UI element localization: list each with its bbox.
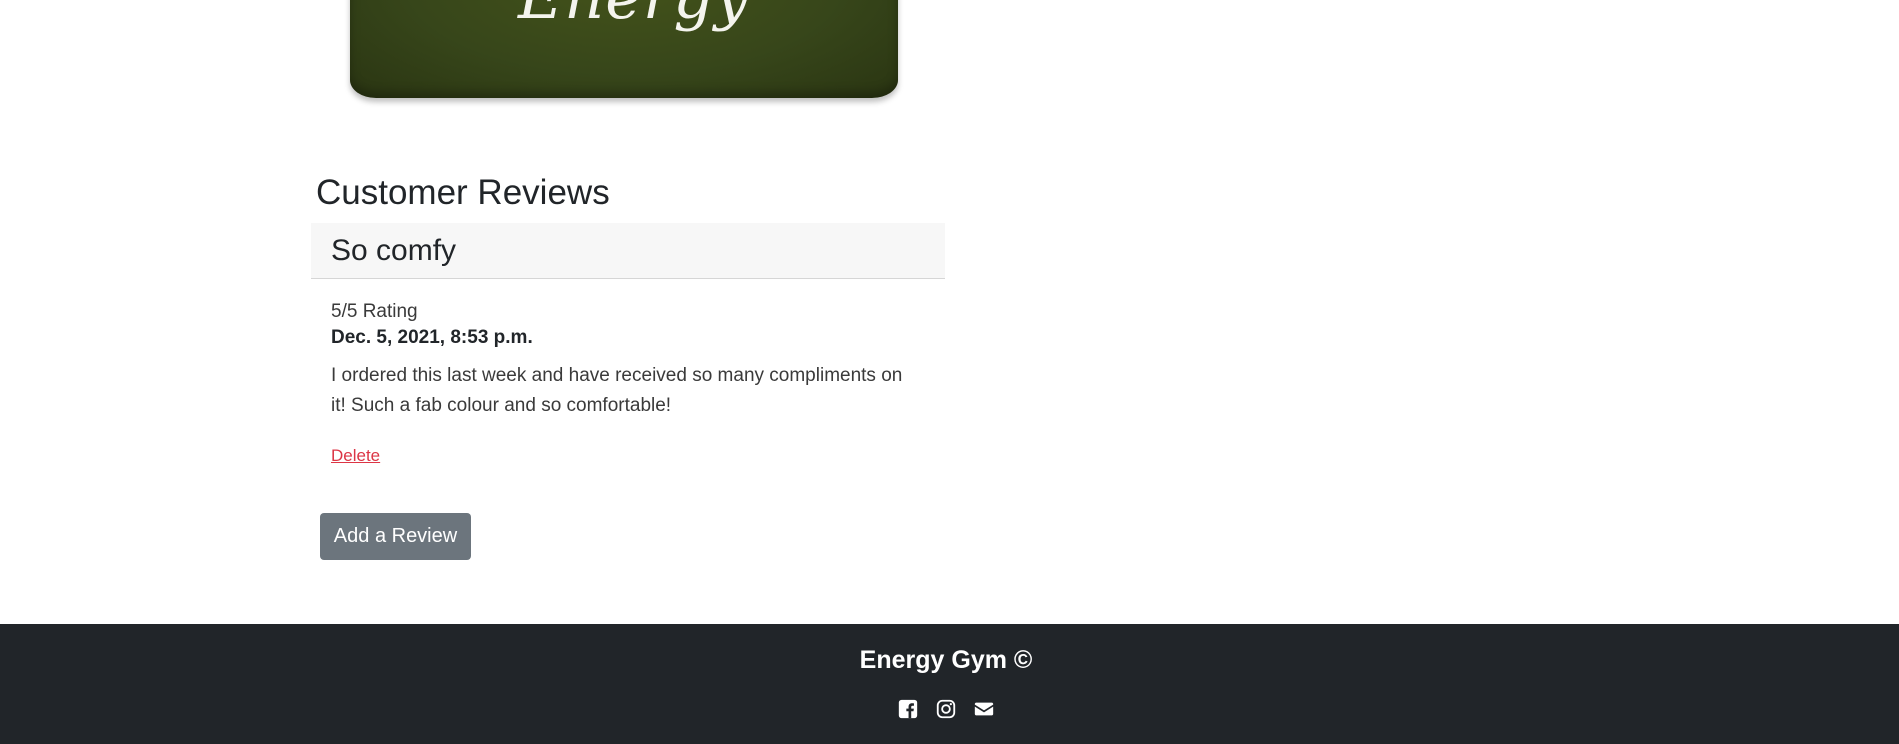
footer-title: Energy Gym © (859, 646, 1033, 674)
review-card: So comfy 5/5 Rating Dec. 5, 2021, 8:53 p… (311, 223, 945, 467)
review-text: I ordered this last week and have receiv… (331, 365, 903, 416)
product-image: Energy (350, 0, 898, 98)
customer-reviews-heading: Customer Reviews (316, 173, 610, 212)
envelope-icon[interactable] (973, 698, 995, 720)
product-image-text: Energy (518, 0, 750, 28)
delete-review-link[interactable]: Delete (331, 445, 380, 467)
review-card-body: 5/5 Rating Dec. 5, 2021, 8:53 p.m. I ord… (311, 279, 945, 467)
add-review-button[interactable]: Add a Review (320, 513, 471, 560)
facebook-icon[interactable] (897, 698, 919, 720)
review-card-header: So comfy (311, 223, 945, 279)
footer: Energy Gym © (0, 624, 1899, 744)
instagram-icon[interactable] (935, 698, 957, 720)
footer-social-links (0, 698, 1892, 720)
review-date: Dec. 5, 2021, 8:53 p.m. (331, 327, 533, 348)
review-title: So comfy (331, 234, 457, 267)
review-rating: 5/5 Rating (331, 301, 418, 322)
page: Energy Customer Reviews So comfy 5/5 Rat… (0, 0, 1899, 744)
